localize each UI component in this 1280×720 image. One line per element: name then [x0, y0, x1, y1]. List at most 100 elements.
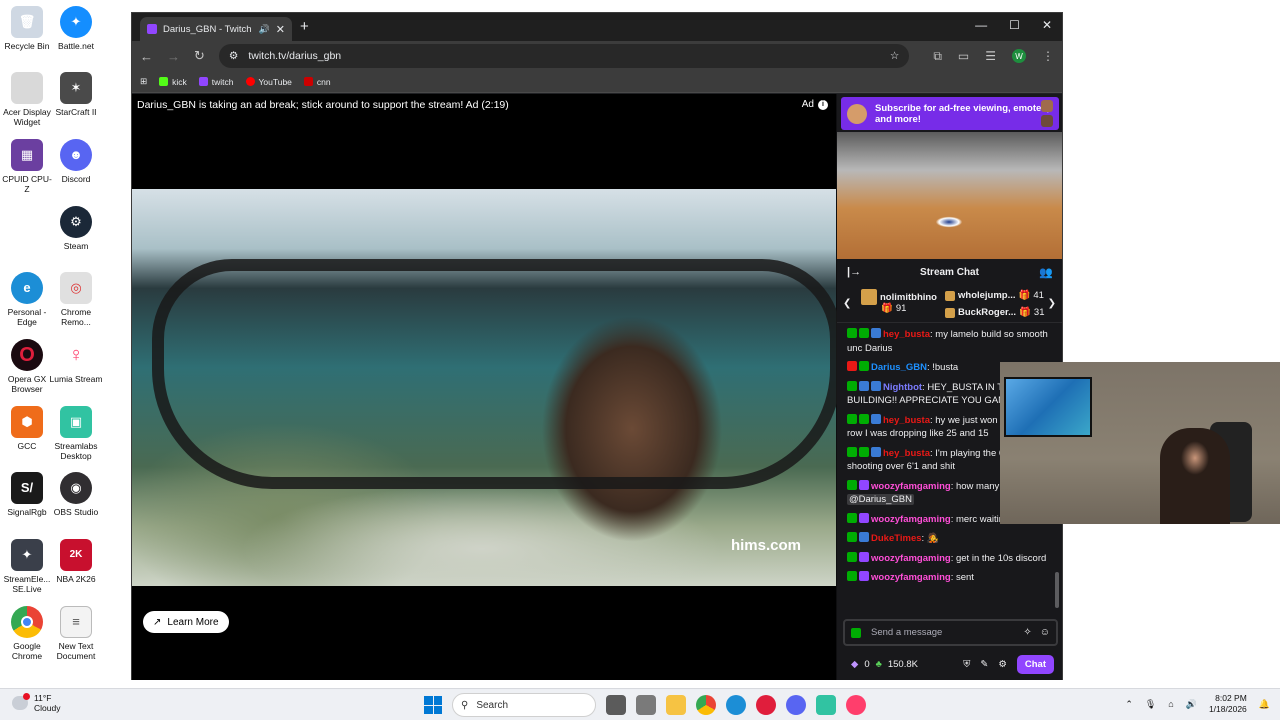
emote-picker-icon[interactable]: ☺ — [1040, 627, 1050, 638]
apps-grid-icon[interactable]: ⊞ — [140, 76, 147, 87]
ad-video-frame[interactable]: hims.com — [132, 189, 842, 586]
desktop-icon-google-chrome[interactable]: Google Chrome — [0, 606, 54, 661]
mod-tools-icon[interactable]: ✎ — [980, 659, 988, 670]
chat-input[interactable]: Send a message ✧ ☺ — [843, 619, 1058, 646]
desktop-icon-opera-gx[interactable]: O Opera GX Browser — [0, 339, 54, 394]
clock[interactable]: 8:02 PM 1/18/2026 — [1209, 693, 1247, 715]
site-info-icon[interactable]: ⚙ — [229, 50, 238, 62]
mini-stream-preview[interactable] — [837, 132, 1062, 259]
start-windows-icon[interactable] — [424, 696, 442, 714]
chat-scrollbar-thumb[interactable] — [1055, 572, 1059, 608]
streamlabs-taskbar-icon[interactable] — [816, 695, 836, 715]
close-window-icon[interactable]: ✕ — [1042, 18, 1052, 32]
desktop-icon-obs[interactable]: ◉ OBS Studio — [49, 472, 103, 517]
desktop-icon-acer-display-widget[interactable]: Acer Display Widget — [0, 72, 54, 127]
reading-list-icon[interactable]: ☰ — [985, 49, 996, 63]
bookmark-star-icon[interactable]: ☆ — [890, 50, 899, 62]
taskbar-search[interactable]: ⚲ Search — [452, 693, 596, 717]
minimize-icon[interactable]: — — [975, 18, 987, 32]
opera-gx-taskbar-icon[interactable] — [756, 695, 776, 715]
url-text[interactable]: twitch.tv/darius_gbn — [248, 50, 880, 62]
edge-taskbar-icon[interactable] — [726, 695, 746, 715]
chat-settings-icon[interactable]: ⚙ — [998, 659, 1007, 670]
widgets-icon[interactable] — [636, 695, 656, 715]
chat-mention[interactable]: @Darius_GBN — [847, 494, 914, 505]
gifter-third[interactable]: BuckRoger... 🎁 31 — [945, 307, 1045, 318]
channel-points-icon[interactable]: ♣ — [876, 659, 882, 670]
desktop-icon-chrome-remote[interactable]: ◎ Chrome Remo... — [49, 272, 103, 327]
bookmark-twitch[interactable]: twitch — [198, 77, 234, 87]
twitch-page: Darius_GBN is taking an ad break; stick … — [132, 94, 1062, 680]
new-tab-button[interactable]: + — [300, 18, 309, 35]
notifications-bell-icon[interactable]: 🔔 — [1259, 699, 1270, 710]
network-icon[interactable]: ⌂ — [1168, 699, 1173, 709]
desktop-icon-cpuz[interactable]: ▦ CPUID CPU-Z — [0, 139, 54, 194]
desktop-icon-label: Lumia Stream — [49, 374, 103, 384]
cast-icon[interactable]: ▭ — [958, 49, 969, 63]
chat-username[interactable]: woozyfamgaming — [871, 481, 951, 492]
chat-username[interactable]: hey_busta — [883, 415, 930, 426]
verified-badge-icon — [847, 479, 857, 490]
chat-username[interactable]: Nightbot — [883, 382, 922, 393]
file-explorer-icon[interactable] — [666, 695, 686, 715]
chat-input-placeholder[interactable]: Send a message — [871, 627, 1015, 638]
bookmark-kick[interactable]: kick — [159, 77, 187, 87]
chevron-left-icon[interactable]: ❮ — [843, 298, 851, 309]
community-icon[interactable]: 👥 — [1039, 266, 1053, 279]
reload-icon[interactable]: ↻ — [194, 48, 205, 64]
bookmark-cnn[interactable]: cnn — [303, 77, 331, 87]
desktop-icon-signalrgb[interactable]: S/ SignalRgb — [0, 472, 54, 517]
address-bar[interactable]: ⚙ twitch.tv/darius_gbn ☆ — [218, 44, 910, 68]
tab-close-icon[interactable]: ✕ — [276, 23, 285, 36]
back-icon[interactable]: ← — [140, 49, 153, 64]
chat-username[interactable]: hey_busta — [883, 329, 930, 340]
chat-username[interactable]: woozyfamgaming — [871, 572, 951, 583]
chat-username[interactable]: woozyfamgaming — [871, 514, 951, 525]
bookmark-youtube[interactable]: YouTube — [245, 77, 292, 87]
desktop-icon-battlenet[interactable]: ✦ Battle.net — [49, 6, 103, 51]
chevron-up-icon[interactable]: ⌃ — [1125, 699, 1133, 710]
forward-icon[interactable]: → — [167, 49, 180, 64]
verified-badge-icon — [847, 551, 857, 562]
task-view-icon[interactable] — [606, 695, 626, 715]
desktop-icon-starcraft[interactable]: ✶ StarCraft II — [49, 72, 103, 117]
tab-twitch[interactable]: Darius_GBN - Twitch 🔊 ✕ — [140, 17, 292, 41]
desktop-icon-edge[interactable]: e Personal - Edge — [0, 272, 54, 327]
video-player[interactable]: Darius_GBN is taking an ad break; stick … — [132, 94, 842, 680]
ad-info-icon[interactable]: i — [818, 99, 828, 110]
desktop-icon-streamelements[interactable]: ✦ StreamEle... SE.Live — [0, 539, 54, 594]
desktop-icon-streamlabs[interactable]: ▣ Streamlabs Desktop — [49, 406, 103, 461]
maximize-icon[interactable]: ☐ — [1009, 18, 1020, 32]
desktop-icon-gcc[interactable]: ⬢ GCC — [0, 406, 54, 451]
chat-username[interactable]: woozyfamgaming — [871, 553, 951, 564]
desktop-icon-discord[interactable]: ☻ Discord — [49, 139, 103, 184]
chrome-taskbar-icon[interactable] — [696, 695, 716, 715]
desktop-icon-lumia-stream[interactable]: ♀ Lumia Stream — [49, 339, 103, 384]
chat-send-button[interactable]: Chat — [1016, 654, 1054, 674]
microphone-icon[interactable]: 🎙 — [1145, 699, 1156, 710]
chat-username[interactable]: Darius_GBN — [871, 362, 927, 373]
extensions-icon[interactable]: ⧉ — [933, 49, 942, 64]
gifter-second[interactable]: wholejump... 🎁 41 — [945, 290, 1044, 301]
bits-cheer-icon[interactable]: ✧ — [1023, 627, 1031, 638]
desktop-icon-steam[interactable]: ⚙ Steam — [49, 206, 103, 251]
weather-widget[interactable]: 11°F Cloudy — [12, 693, 60, 713]
chat-username[interactable]: hey_busta — [883, 448, 930, 459]
subscribe-banner[interactable]: Subscribe for ad-free viewing, emotes, a… — [841, 97, 1059, 130]
shield-icon[interactable]: ⛨ — [963, 659, 970, 670]
profile-avatar[interactable]: W — [1012, 49, 1026, 63]
collapse-chat-icon[interactable]: |→ — [847, 266, 861, 278]
tab-audio-icon[interactable]: 🔊 — [259, 24, 270, 35]
desktop-icon-recycle-bin[interactable]: 🗑 Recycle Bin — [0, 6, 54, 51]
chat-username[interactable]: DukeTimes — [871, 533, 922, 544]
chevron-right-icon[interactable]: ❯ — [1048, 298, 1056, 309]
lumia-stream-taskbar-icon[interactable] — [846, 695, 866, 715]
browser-menu-icon[interactable]: ⋮ — [1042, 49, 1054, 63]
discord-taskbar-icon[interactable] — [786, 695, 806, 715]
desktop-icon-new-text-document[interactable]: ≡ New Text Document — [49, 606, 103, 661]
learn-more-button[interactable]: ↗ Learn More — [143, 611, 229, 633]
channel-points-balance[interactable]: 150.8K — [888, 659, 918, 670]
desktop-icon-nba2k26[interactable]: 2K NBA 2K26 — [49, 539, 103, 584]
volume-icon[interactable]: 🔊 — [1186, 699, 1197, 710]
bits-icon[interactable]: ◆ — [851, 659, 858, 670]
